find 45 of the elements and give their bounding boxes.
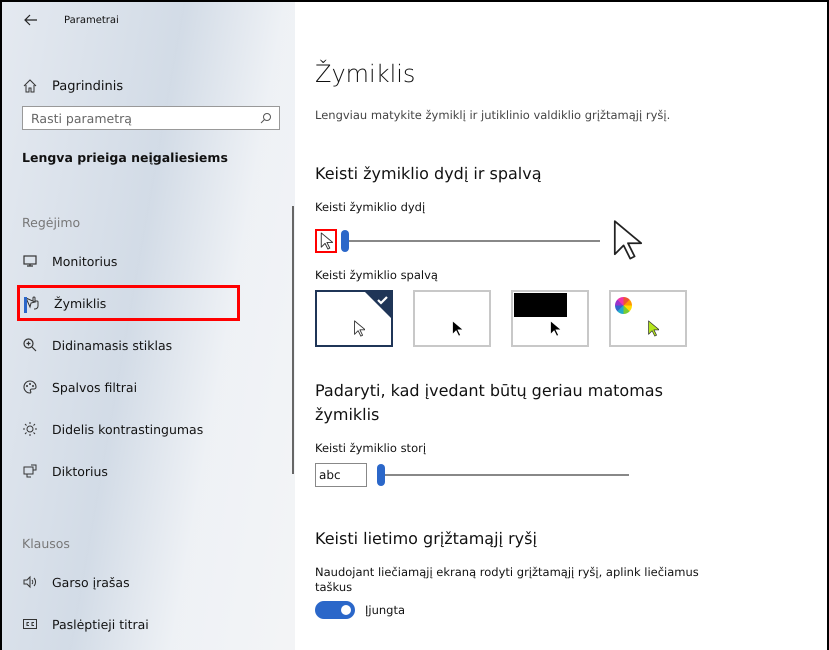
search-icon <box>260 112 272 124</box>
section-heading: Keisti lietimo grįžtamąjį ryšį <box>315 528 538 550</box>
nav-item[interactable]: Didinamasis stiklas <box>2 324 295 366</box>
toggle-switch[interactable] <box>315 601 355 619</box>
setting-description: Naudojant liečiamąjį ekraną rodyti grįžtamąjį ryšį, aplink liečiamus taškus <box>315 565 700 595</box>
nav-item[interactable]: Spalvos filtrai <box>2 366 295 408</box>
color-label: Keisti žymiklio spalvą <box>315 268 439 282</box>
home-icon[interactable] <box>22 78 38 94</box>
cursor-icon <box>451 320 463 337</box>
checkmark-icon <box>365 292 391 318</box>
group-label: Klausos <box>21 536 71 551</box>
nav-item[interactable]: Diktorius <box>2 450 295 492</box>
slider-label: Keisti žymiklio dydį <box>315 200 426 214</box>
home-link[interactable]: Pagrindinis <box>52 78 124 94</box>
section-heading: Keisti žymiklio dydį ir spalvą <box>315 163 542 185</box>
text-cursor-preview: abc <box>315 463 367 487</box>
slider-thumb[interactable] <box>377 464 385 486</box>
cursor-color-option[interactable] <box>315 290 393 347</box>
slider-thumb[interactable] <box>341 230 349 252</box>
hand-pointer-icon <box>24 295 40 311</box>
captions-icon <box>22 616 38 632</box>
nav-item[interactable]: Garso įrašas <box>2 561 295 603</box>
nav-item[interactable]: Žymiklis <box>14 282 243 324</box>
back-icon[interactable] <box>24 14 38 26</box>
page-title: Žymiklis <box>315 60 416 88</box>
cursor-icon <box>647 320 659 337</box>
slider-label: Keisti žymiklio storį <box>315 441 428 455</box>
page-description: Lengviau matykite žymiklį ir jutiklinio valdiklio grįžtamąjį ryšį. <box>315 108 672 122</box>
palette-icon <box>22 379 38 395</box>
monitor-speech-icon <box>22 463 38 479</box>
nav-item[interactable]: Didelis kontrastingumas <box>2 408 295 450</box>
section-heading: Lengva prieiga neįgaliesiems <box>21 150 229 165</box>
cursor-icon <box>353 320 365 337</box>
window-title: Parametrai <box>64 14 119 26</box>
monitor-icon <box>22 253 38 269</box>
cursor-icon <box>549 320 561 337</box>
group-label: Regėjimo <box>21 215 82 230</box>
section-heading: Padaryti, kad įvedant būtų geriau matomas žymiklis <box>315 380 664 426</box>
sun-icon <box>22 421 38 437</box>
nav-item[interactable]: Paslėptieji titrai <box>2 603 295 645</box>
speaker-icon <box>22 574 38 590</box>
toggle-label: Įjungta <box>365 603 406 617</box>
zoom-in-icon <box>22 337 38 353</box>
search-field[interactable]: Rasti parametrą <box>22 106 280 130</box>
nav-item[interactable]: Monitorius <box>2 240 295 282</box>
